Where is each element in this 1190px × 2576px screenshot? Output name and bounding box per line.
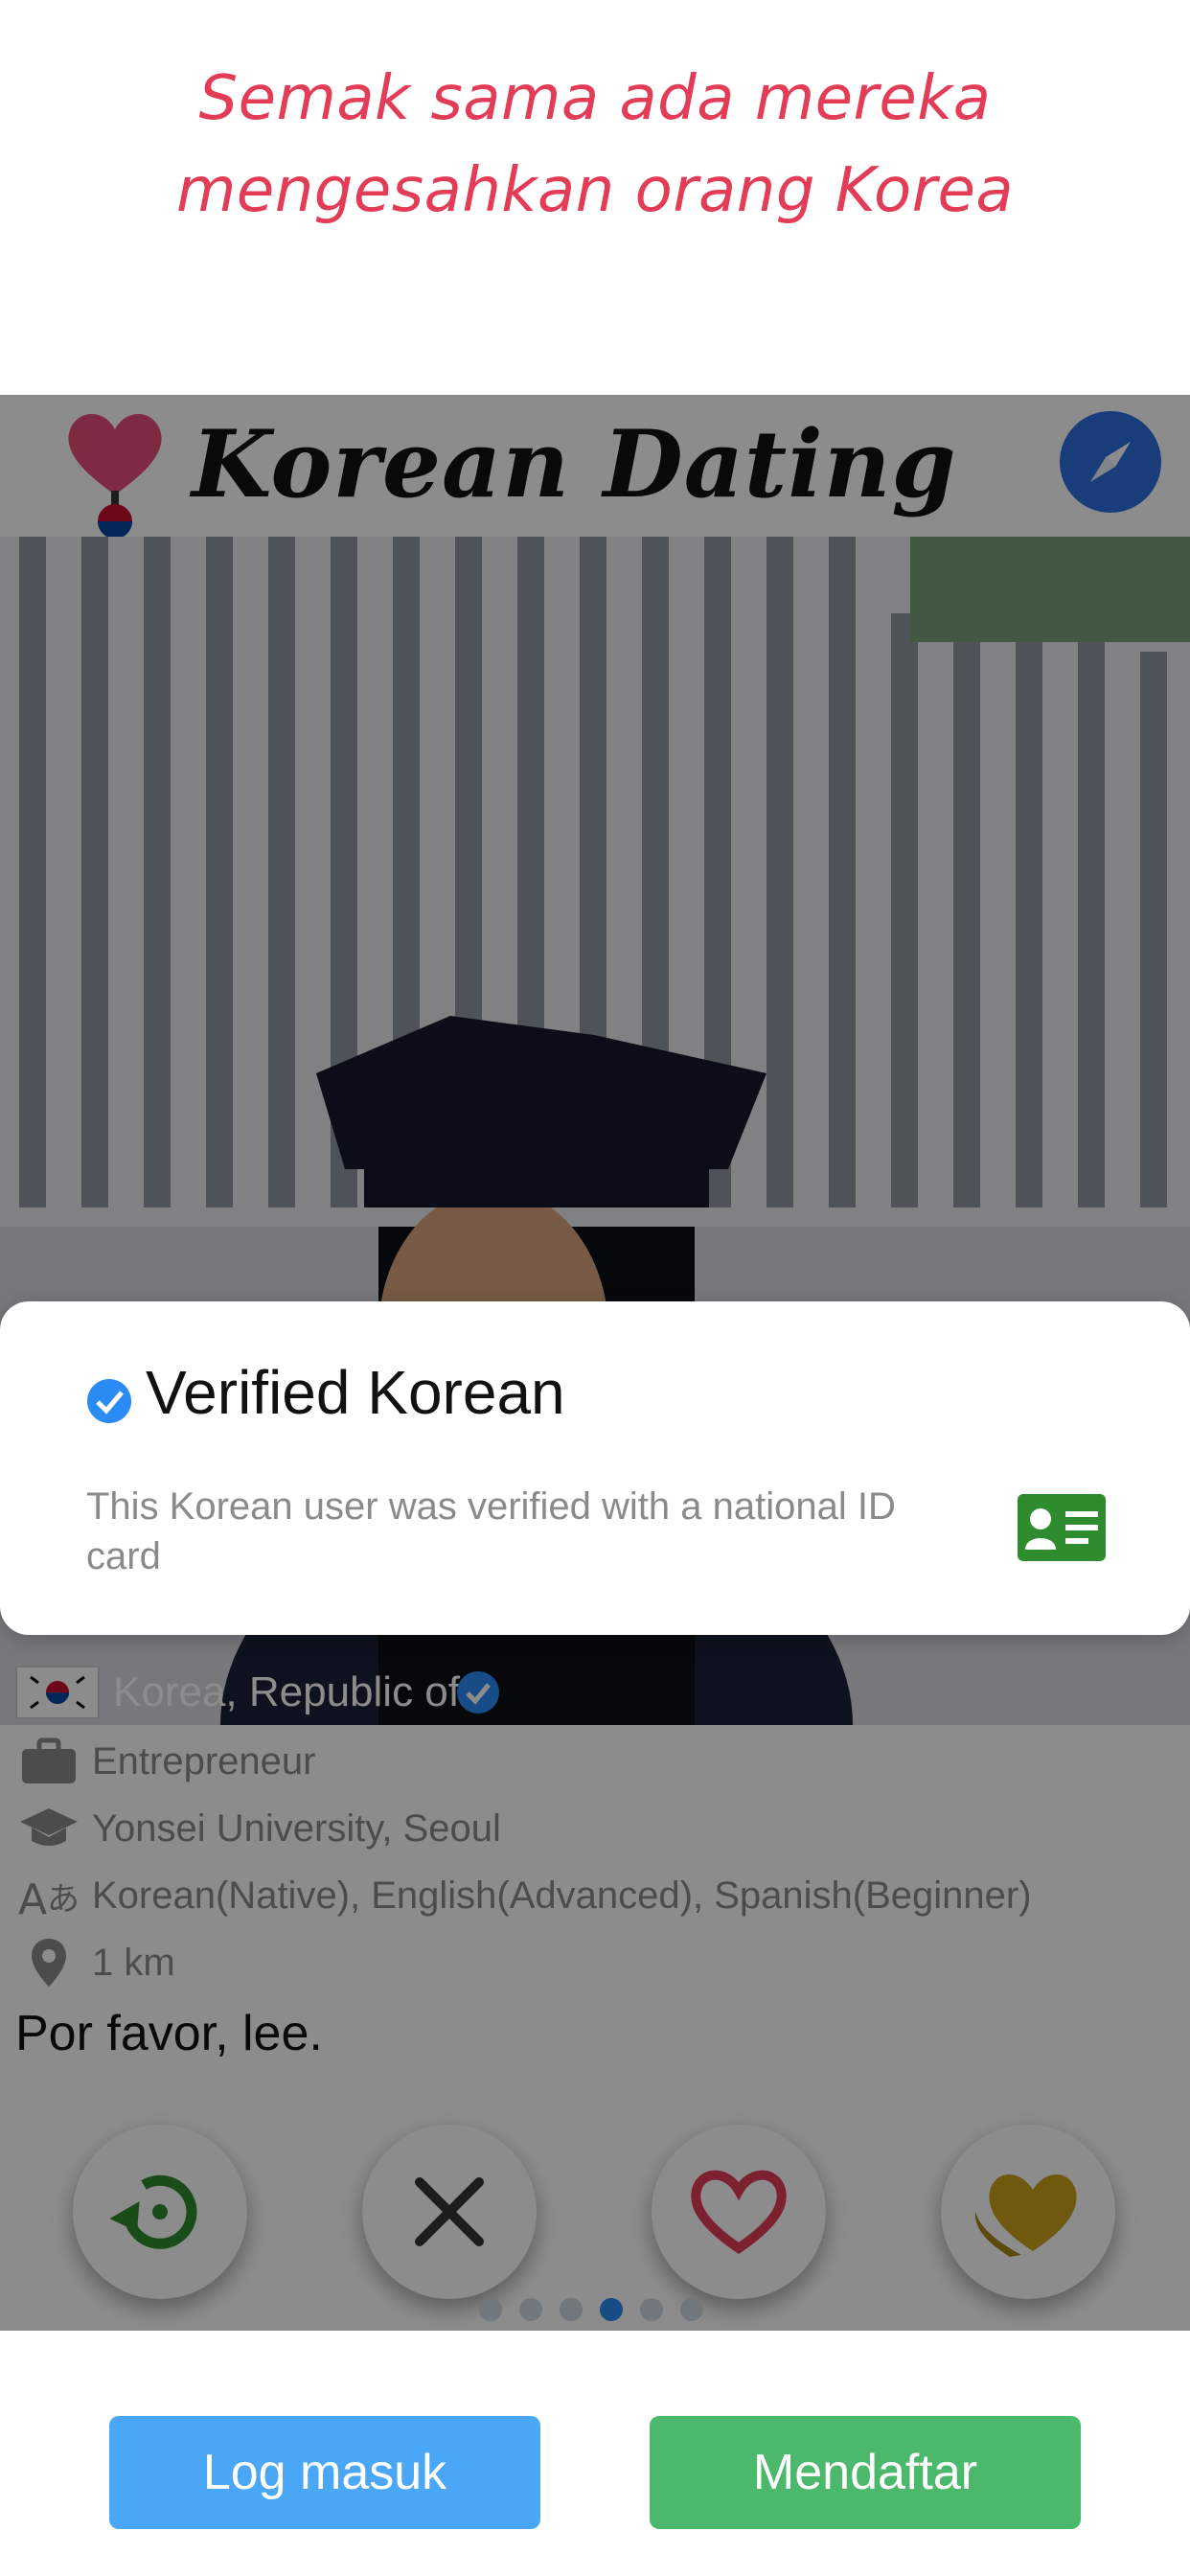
photo-pagination (479, 2298, 703, 2321)
page-dot[interactable] (479, 2298, 502, 2321)
like-button[interactable] (652, 2125, 826, 2299)
school-label: Yonsei University, Seoul (92, 1806, 501, 1850)
school-row: Yonsei University, Seoul (15, 1800, 501, 1857)
page-dot[interactable] (640, 2298, 663, 2321)
graduation-cap-icon (15, 1800, 82, 1857)
languages-label: Korean(Native), English(Advanced), Spani… (92, 1874, 1032, 1917)
page-dot[interactable] (680, 2298, 703, 2321)
close-icon (415, 2177, 484, 2246)
gold-heart-icon (974, 2174, 1077, 2257)
id-card-icon (1018, 1494, 1106, 1561)
compass-icon (1090, 442, 1131, 482)
app-header: Korean Dating (0, 395, 1190, 539)
briefcase-icon (15, 1733, 82, 1790)
page-dot[interactable] (560, 2298, 583, 2321)
verified-card-title: Verified Korean (146, 1358, 565, 1427)
nope-button[interactable] (362, 2125, 537, 2299)
location-pin-icon (15, 1934, 82, 1991)
app-title: Korean Dating (192, 410, 957, 518)
language-icon: Aあ (15, 1867, 82, 1924)
compass-button[interactable] (1060, 411, 1161, 513)
verified-card[interactable]: Verified Korean This Korean user was ver… (0, 1301, 1190, 1635)
verified-badge-icon (457, 1671, 499, 1714)
heart-logo-icon (68, 413, 162, 539)
occupation-label: Entrepreneur (92, 1739, 316, 1782)
page-dot-active[interactable] (600, 2298, 623, 2321)
korea-flag-icon (15, 1666, 100, 1719)
languages-row: Aあ Korean(Native), English(Advanced), Sp… (15, 1867, 1032, 1924)
distance-label: 1 km (92, 1941, 175, 1984)
country-row: Korea, Republic of (15, 1664, 500, 1721)
login-button[interactable]: Log masuk (109, 2416, 540, 2529)
rewind-button[interactable] (73, 2125, 247, 2299)
occupation-row: Entrepreneur (15, 1733, 315, 1790)
heart-icon (691, 2170, 787, 2255)
country-label: Korea, Republic of (113, 1668, 460, 1715)
verified-check-icon (87, 1379, 131, 1423)
svg-text:あ: あ (47, 1880, 80, 1919)
profile-bio: Por favor, lee. (15, 2006, 323, 2061)
signup-button[interactable]: Mendaftar (650, 2416, 1081, 2529)
svg-text:A: A (18, 1875, 47, 1920)
rewind-icon (109, 2174, 197, 2249)
page-dot[interactable] (519, 2298, 542, 2321)
super-like-button[interactable] (941, 2125, 1115, 2299)
promo-caption: Semak sama ada mereka mengesahkan orang … (175, 63, 1015, 226)
verified-card-description: This Korean user was verified with a nat… (86, 1485, 896, 1577)
distance-row: 1 km (15, 1934, 175, 1991)
